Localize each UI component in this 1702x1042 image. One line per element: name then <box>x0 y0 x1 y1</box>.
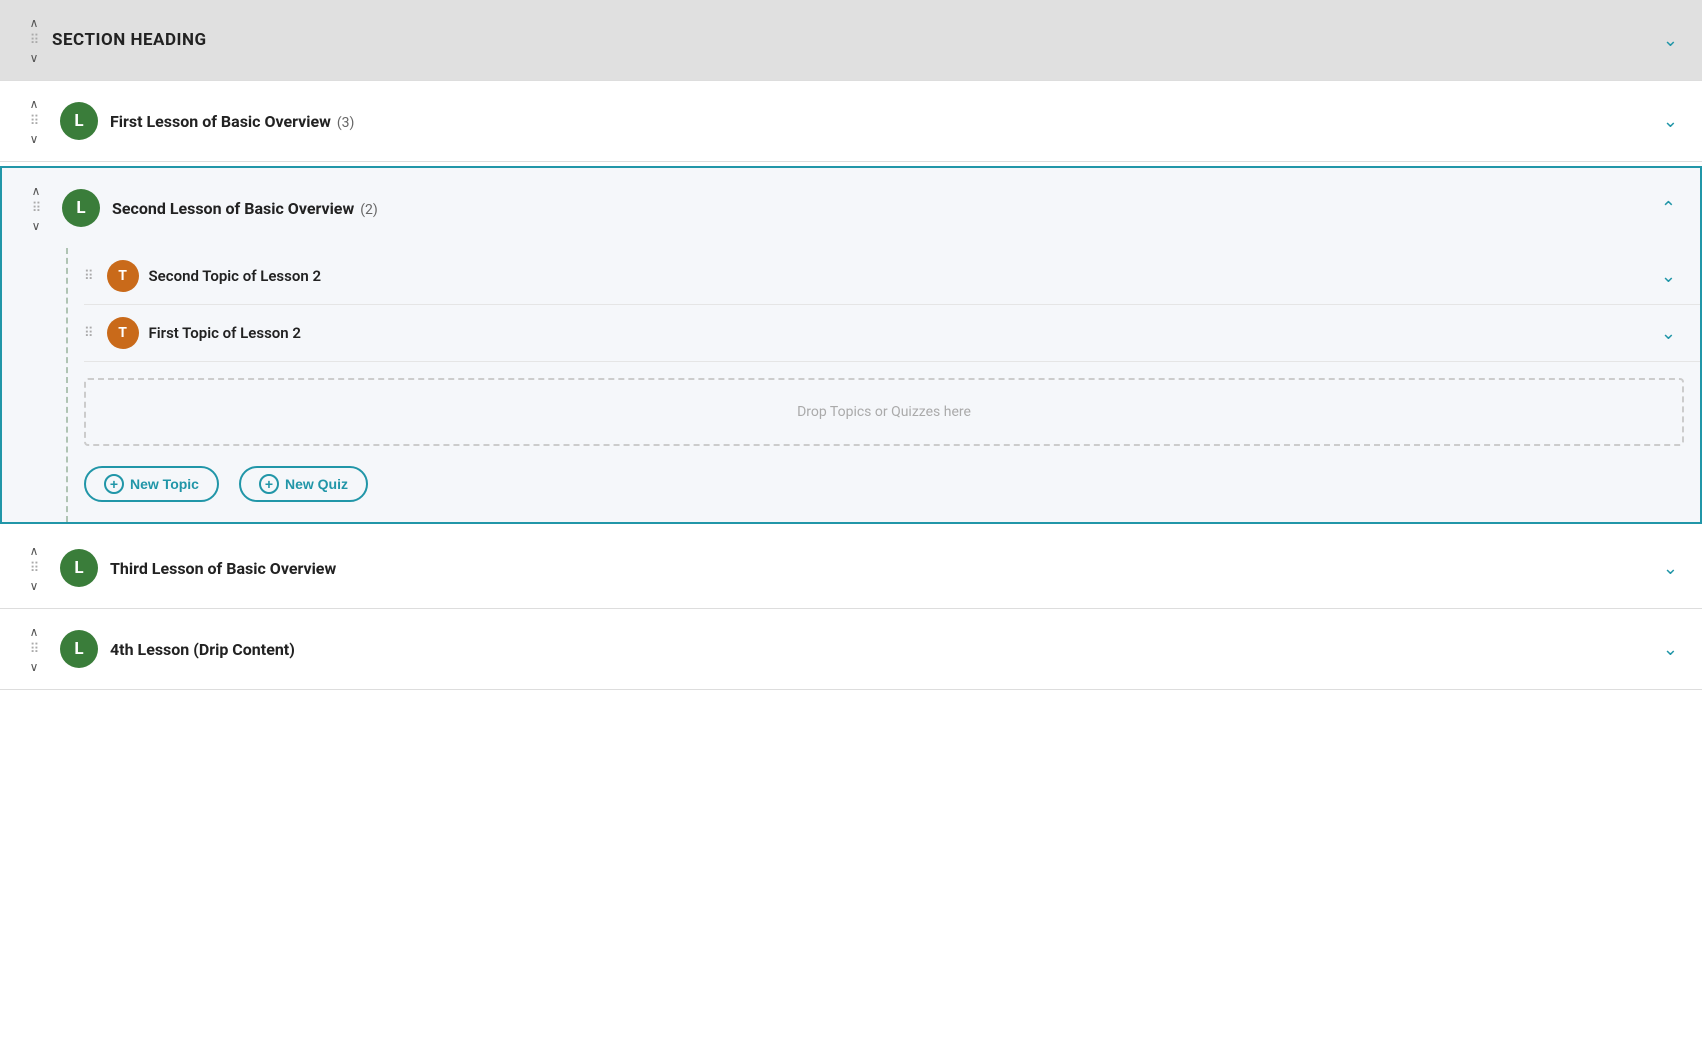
lesson-2-drag-handle[interactable]: ⠿ <box>32 201 41 216</box>
topic-1-drag-handle[interactable]: ⠿ <box>84 326 93 341</box>
lesson-4: ∧ ⠿ ∨ L 4th Lesson (Drip Content) ⌄ <box>0 609 1702 689</box>
topic-2-drag-handle[interactable]: ⠿ <box>84 269 93 284</box>
lesson-1: ∧ ⠿ ∨ L First Lesson of Basic Overview(3… <box>0 81 1702 161</box>
lesson-1-title: First Lesson of Basic Overview(3) <box>110 112 1655 131</box>
lesson-4-chevron-btn[interactable]: ⌄ <box>1655 635 1686 664</box>
lesson-4-title: 4th Lesson (Drip Content) <box>110 640 1655 659</box>
lesson-2-header: ∧ ⠿ ∨ L Second Lesson of Basic Overview(… <box>2 168 1700 248</box>
lesson-2-row: ∧ ⠿ ∨ L Second Lesson of Basic Overview(… <box>0 166 1702 524</box>
new-topic-plus-icon: + <box>104 474 124 494</box>
section-heading-row: ∧ ⠿ ∨ SECTION HEADING ⌄ <box>0 0 1702 81</box>
lesson-1-drag-handle[interactable]: ⠿ <box>30 114 39 129</box>
topic-1-row: ⠿ T First Topic of Lesson 2 ⌄ <box>84 305 1700 362</box>
topic-1-chevron-btn[interactable]: ⌄ <box>1653 319 1684 348</box>
lesson-3-drag-handle[interactable]: ⠿ <box>30 561 39 576</box>
lesson-3-down-btn[interactable]: ∨ <box>26 578 43 594</box>
lesson-1-up-btn[interactable]: ∧ <box>26 96 43 112</box>
lesson-2-up-btn[interactable]: ∧ <box>28 183 45 199</box>
new-topic-button[interactable]: + New Topic <box>84 466 219 502</box>
lesson-2-avatar: L <box>62 189 100 227</box>
section-drag-handle[interactable]: ⠿ <box>30 33 39 48</box>
topic-2-row: ⠿ T Second Topic of Lesson 2 ⌄ <box>84 248 1700 305</box>
lesson-4-drag-handle[interactable]: ⠿ <box>30 642 39 657</box>
section-chevron-btn[interactable]: ⌄ <box>1655 26 1686 55</box>
lesson-3-row: ∧ ⠿ ∨ L Third Lesson of Basic Overview ⌄ <box>0 528 1702 609</box>
section-heading-title: SECTION HEADING <box>52 30 1655 50</box>
lesson-3-controls: ∧ ⠿ ∨ <box>16 543 52 594</box>
topic-1-avatar: T <box>107 317 139 349</box>
lesson-1-row: ∧ ⠿ ∨ L First Lesson of Basic Overview(3… <box>0 81 1702 162</box>
section-row: ∧ ⠿ ∨ SECTION HEADING ⌄ <box>0 0 1702 80</box>
drop-zone[interactable]: Drop Topics or Quizzes here <box>84 378 1684 446</box>
lesson-4-row: ∧ ⠿ ∨ L 4th Lesson (Drip Content) ⌄ <box>0 609 1702 690</box>
lesson-3-title: Third Lesson of Basic Overview <box>110 559 1655 578</box>
section-up-btn[interactable]: ∧ <box>26 15 43 31</box>
lesson-2-children-inner: ⠿ T Second Topic of Lesson 2 ⌄ ⠿ T First… <box>66 248 1700 522</box>
topic-2-avatar: T <box>107 260 139 292</box>
lesson-3-avatar: L <box>60 549 98 587</box>
topic-2-title: Second Topic of Lesson 2 <box>149 267 1653 285</box>
section-down-btn[interactable]: ∨ <box>26 50 43 66</box>
lesson-2-down-btn[interactable]: ∨ <box>28 218 45 234</box>
lesson-1-avatar: L <box>60 102 98 140</box>
course-list: ∧ ⠿ ∨ SECTION HEADING ⌄ ∧ ⠿ ∨ L First Le… <box>0 0 1702 690</box>
lesson-4-down-btn[interactable]: ∨ <box>26 659 43 675</box>
lesson-2-controls: ∧ ⠿ ∨ <box>18 183 54 234</box>
topic-2-chevron-btn[interactable]: ⌄ <box>1653 262 1684 291</box>
lesson-4-controls: ∧ ⠿ ∨ <box>16 624 52 675</box>
lesson-1-count: (3) <box>337 115 355 131</box>
topic-1-title: First Topic of Lesson 2 <box>149 324 1653 342</box>
lesson-2-children: ⠿ T Second Topic of Lesson 2 ⌄ ⠿ T First… <box>2 248 1700 522</box>
lesson-3: ∧ ⠿ ∨ L Third Lesson of Basic Overview ⌄ <box>0 528 1702 608</box>
new-quiz-button[interactable]: + New Quiz <box>239 466 368 502</box>
lesson-1-down-btn[interactable]: ∨ <box>26 131 43 147</box>
section-controls: ∧ ⠿ ∨ <box>16 15 52 66</box>
lesson-3-chevron-btn[interactable]: ⌄ <box>1655 554 1686 583</box>
add-buttons-row: + New Topic + New Quiz <box>84 454 1700 522</box>
lesson-4-avatar: L <box>60 630 98 668</box>
lesson-2-count: (2) <box>360 202 378 218</box>
lesson-4-up-btn[interactable]: ∧ <box>26 624 43 640</box>
lesson-3-up-btn[interactable]: ∧ <box>26 543 43 559</box>
lesson-2-title: Second Lesson of Basic Overview(2) <box>112 199 1653 218</box>
lesson-1-controls: ∧ ⠿ ∨ <box>16 96 52 147</box>
lesson-2-chevron-btn[interactable]: ⌃ <box>1653 194 1684 223</box>
lesson-1-chevron-btn[interactable]: ⌄ <box>1655 107 1686 136</box>
new-quiz-plus-icon: + <box>259 474 279 494</box>
